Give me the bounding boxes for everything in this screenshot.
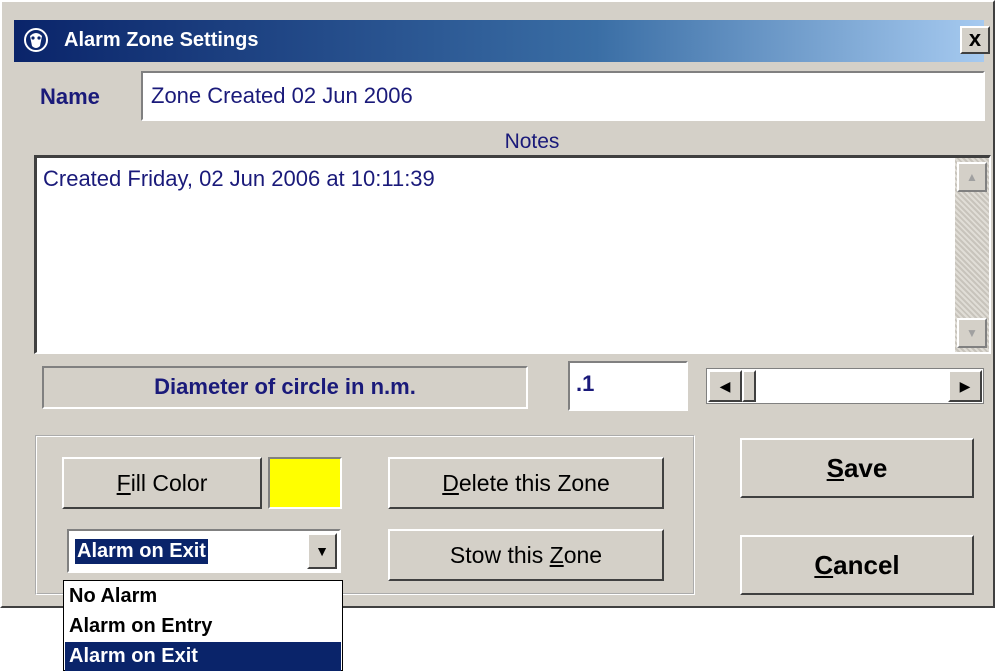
alarm-option-exit[interactable]: Alarm on Exit [65,642,341,671]
scroll-up-button[interactable]: ▲ [957,162,987,192]
stow-zone-button[interactable]: Stow this Zone [388,529,664,581]
fill-color-button[interactable]: Fill Color [62,457,262,509]
alarm-selected-value: Alarm on Exit [75,539,208,564]
notes-textarea[interactable]: Created Friday, 02 Jun 2006 at 10:11:39 … [34,155,991,354]
stow-label-pre: Stow this [449,542,550,568]
name-label: Name [40,84,100,109]
notes-text: Created Friday, 02 Jun 2006 at 10:11:39 [43,166,435,191]
save-mnemonic: S [826,453,844,483]
alarm-type-select[interactable]: Alarm on Exit ▼ [67,529,341,573]
diameter-input[interactable]: .1 [568,361,688,411]
dialog-window: Alarm Zone Settings x Name Notes Created… [0,0,995,608]
diameter-label: Diameter of circle in n.m. [42,366,528,409]
cancel-mnemonic: C [814,550,834,580]
stow-label-rest: one [563,542,603,568]
stow-mnemonic: Z [549,542,564,568]
arrow-up-icon: ▲ [966,170,978,184]
slider-thumb[interactable] [742,370,756,402]
arrow-right-icon: ▶ [959,378,971,394]
name-input[interactable] [141,71,985,121]
alarm-option-entry[interactable]: Alarm on Entry [65,612,341,641]
chevron-down-icon: ▼ [315,543,329,559]
title-bar[interactable]: Alarm Zone Settings x [14,20,990,62]
save-button[interactable]: Save [740,438,974,498]
shield-icon [22,26,50,54]
diameter-slider[interactable]: ◀ ▶ [706,368,984,404]
arrow-left-icon: ◀ [719,378,731,394]
notes-scrollbar[interactable]: ▲ ▼ [955,158,989,352]
fill-color-mnemonic: F [116,470,131,496]
arrow-down-icon: ▼ [966,326,978,340]
window-title: Alarm Zone Settings [64,29,259,51]
close-icon: x [968,26,982,51]
cancel-label: ancel [833,550,900,580]
cancel-button[interactable]: Cancel [740,535,974,595]
fill-color-label: ill Color [130,470,208,496]
notes-label: Notes [504,130,560,153]
delete-label: elete this Zone [458,470,610,496]
scroll-right-button[interactable]: ▶ [948,370,982,402]
dropdown-button[interactable]: ▼ [307,533,337,569]
delete-zone-button[interactable]: Delete this Zone [388,457,664,509]
save-label: ave [843,453,888,483]
fill-color-swatch[interactable] [268,457,342,509]
close-button[interactable]: x [960,26,990,54]
alarm-dropdown-list: No Alarm Alarm on Entry Alarm on Exit [63,580,343,671]
alarm-option-no-alarm[interactable]: No Alarm [65,582,341,611]
scroll-left-button[interactable]: ◀ [708,370,742,402]
scroll-down-button[interactable]: ▼ [957,318,987,348]
delete-mnemonic: D [442,470,459,496]
